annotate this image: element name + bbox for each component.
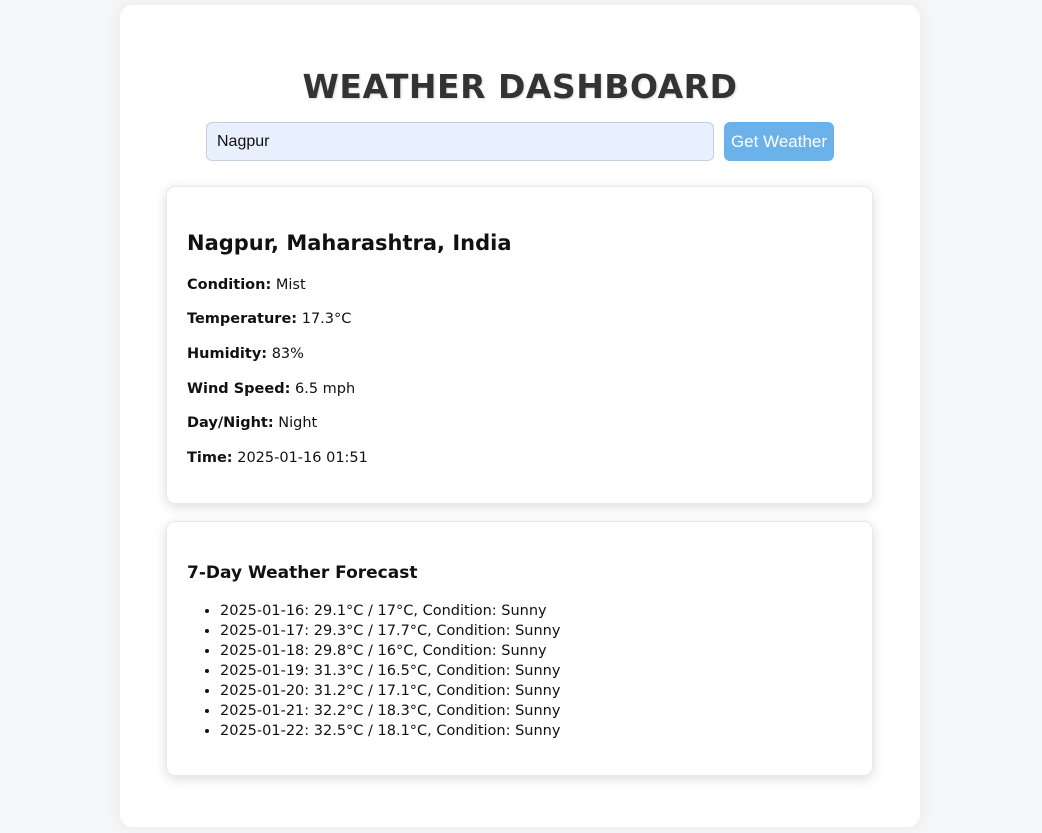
day-night-value: Night (278, 415, 318, 431)
wind-speed-row: Wind Speed: 6.5 mph (187, 381, 355, 397)
dashboard-container: WEATHER DASHBOARD Get Weather Nagpur, Ma… (120, 5, 920, 827)
condition-value: Mist (275, 277, 306, 293)
current-weather-card: Nagpur, Maharashtra, India Condition: Mi… (166, 186, 873, 504)
day-night-row: Day/Night: Night (187, 415, 317, 431)
forecast-title: 7-Day Weather Forecast (187, 563, 418, 583)
condition-row: Condition: Mist (187, 277, 306, 293)
forecast-item: 2025-01-20: 31.2°C / 17.1°C, Condition: … (220, 681, 560, 701)
forecast-item: 2025-01-18: 29.8°C / 16°C, Condition: Su… (220, 641, 560, 661)
temperature-value: 17.3°C (301, 311, 352, 327)
temperature-label: Temperature: (187, 311, 298, 327)
wind-speed-value: 6.5 mph (295, 381, 356, 397)
page-title: WEATHER DASHBOARD (302, 67, 738, 106)
humidity-row: Humidity: 83% (187, 346, 304, 362)
forecast-item: 2025-01-22: 32.5°C / 18.1°C, Condition: … (220, 721, 560, 741)
humidity-label: Humidity: (187, 346, 268, 362)
temperature-row: Temperature: 17.3°C (187, 311, 351, 327)
city-search-input[interactable] (206, 122, 714, 161)
wind-speed-label: Wind Speed: (187, 381, 291, 397)
time-row: Time: 2025-01-16 01:51 (187, 450, 368, 466)
time-label: Time: (187, 450, 233, 466)
forecast-card: 7-Day Weather Forecast 2025-01-16: 29.1°… (166, 521, 873, 776)
get-weather-button[interactable]: Get Weather (724, 122, 834, 161)
forecast-item: 2025-01-21: 32.2°C / 18.3°C, Condition: … (220, 701, 560, 721)
condition-label: Condition: (187, 277, 272, 293)
forecast-item: 2025-01-19: 31.3°C / 16.5°C, Condition: … (220, 661, 560, 681)
humidity-value: 83% (271, 346, 304, 362)
forecast-item: 2025-01-17: 29.3°C / 17.7°C, Condition: … (220, 621, 560, 641)
forecast-list: 2025-01-16: 29.1°C / 17°C, Condition: Su… (187, 601, 560, 741)
day-night-label: Day/Night: (187, 415, 274, 431)
forecast-item: 2025-01-16: 29.1°C / 17°C, Condition: Su… (220, 601, 560, 621)
location-title: Nagpur, Maharashtra, India (187, 231, 512, 255)
time-value: 2025-01-16 01:51 (237, 450, 368, 466)
